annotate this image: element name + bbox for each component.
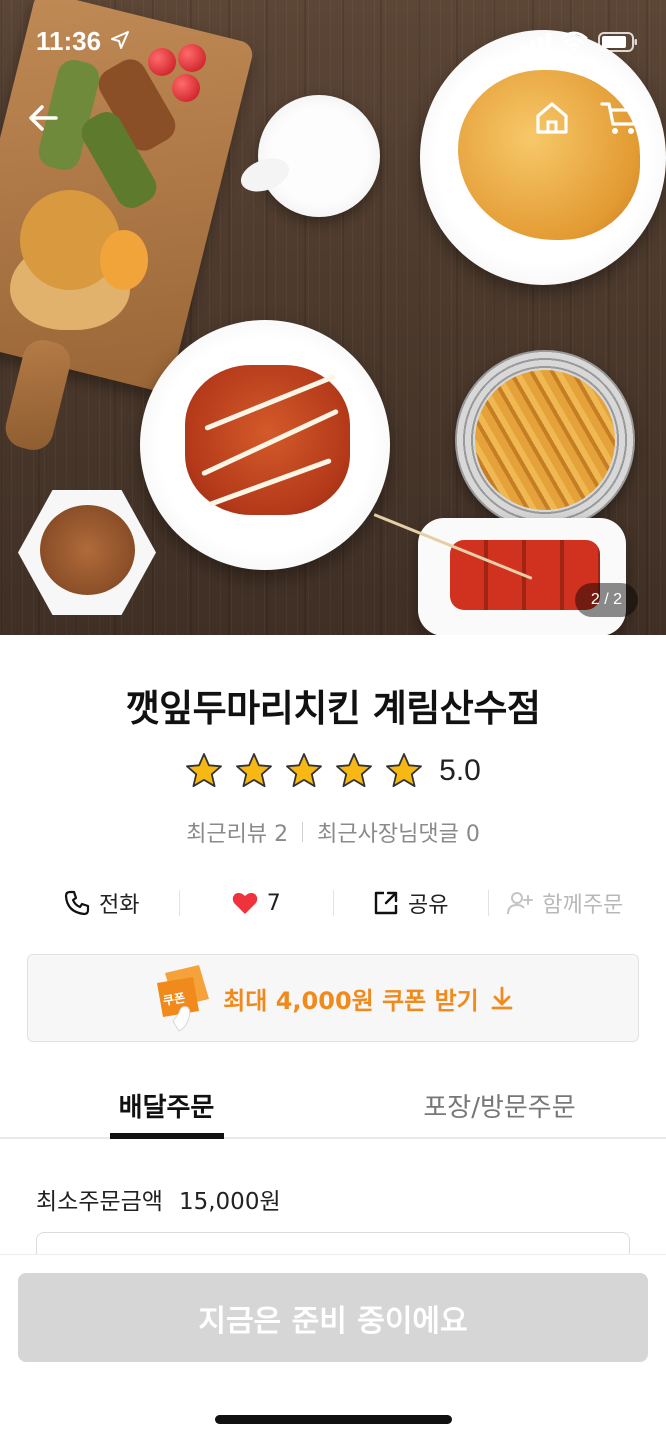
divider: [302, 822, 304, 842]
add-person-icon: [507, 892, 534, 915]
star-icon: [286, 753, 323, 788]
min-order-label: 최소주문금액: [36, 1189, 163, 1215]
cellular-signal-icon: [522, 33, 551, 52]
takoyaki: [40, 505, 135, 595]
like-count: 7: [266, 890, 281, 916]
status-time: 11:36: [36, 26, 102, 56]
photo-counter: 2 / 2: [575, 583, 638, 617]
battery-icon: [598, 32, 637, 52]
order-tabs: 배달주문 포장/방문주문: [0, 1075, 666, 1139]
store-name: 깻잎두마리치킨 계림산수점: [125, 687, 541, 730]
coupon-banner[interactable]: 쿠폰 최대 4,000원 쿠폰 받기: [27, 954, 639, 1042]
rating-row[interactable]: 5.0: [0, 752, 666, 790]
star-icon: [186, 753, 223, 788]
group-order-label: 함께주문: [542, 893, 624, 918]
share-label: 공유: [408, 893, 449, 918]
rating-value: 5.0: [439, 754, 481, 787]
min-order-value: 15,000원: [178, 1189, 281, 1215]
star-icon: [386, 753, 423, 788]
tab-delivery[interactable]: 배달주문: [0, 1075, 333, 1137]
share-icon: [374, 891, 398, 915]
radish-bowl: [258, 95, 380, 217]
share-button[interactable]: 공유: [333, 880, 488, 926]
location-arrow-icon: [111, 31, 129, 49]
tab-pickup[interactable]: 포장/방문주문: [333, 1075, 666, 1137]
recent-reviews[interactable]: 최근리뷰 2: [186, 816, 288, 848]
cart-icon[interactable]: [598, 96, 642, 140]
download-arrow-icon: [491, 986, 513, 1010]
french-fries: [475, 370, 615, 510]
like-button[interactable]: 7: [178, 880, 334, 926]
owner-comments[interactable]: 최근사장님댓글 0: [317, 816, 480, 848]
coupon-label: 최대 4,000원 쿠폰 받기: [223, 986, 479, 1015]
wifi-icon: [560, 31, 588, 51]
order-button[interactable]: 지금은 준비 중이에요: [18, 1273, 648, 1362]
status-bar: 11:36: [0, 0, 666, 80]
coupon-icon: 쿠폰: [157, 965, 210, 1032]
star-icon: [336, 753, 373, 788]
home-icon[interactable]: [530, 96, 574, 140]
heart-icon: [232, 892, 257, 914]
group-order-button[interactable]: 함께주문: [487, 880, 643, 926]
action-row: 전화 7 공유 함께주문: [24, 880, 642, 926]
phone-icon: [64, 890, 90, 916]
star-icon: [236, 753, 273, 788]
home-indicator[interactable]: [215, 1415, 452, 1424]
call-label: 전화: [99, 893, 140, 918]
min-order-row: 최소주문금액 15,000원: [36, 1182, 281, 1216]
review-summary[interactable]: 최근리뷰 2 최근사장님댓글 0: [0, 816, 666, 848]
croquette: [100, 230, 148, 290]
call-button[interactable]: 전화: [24, 880, 179, 926]
back-arrow-icon[interactable]: [22, 96, 66, 140]
